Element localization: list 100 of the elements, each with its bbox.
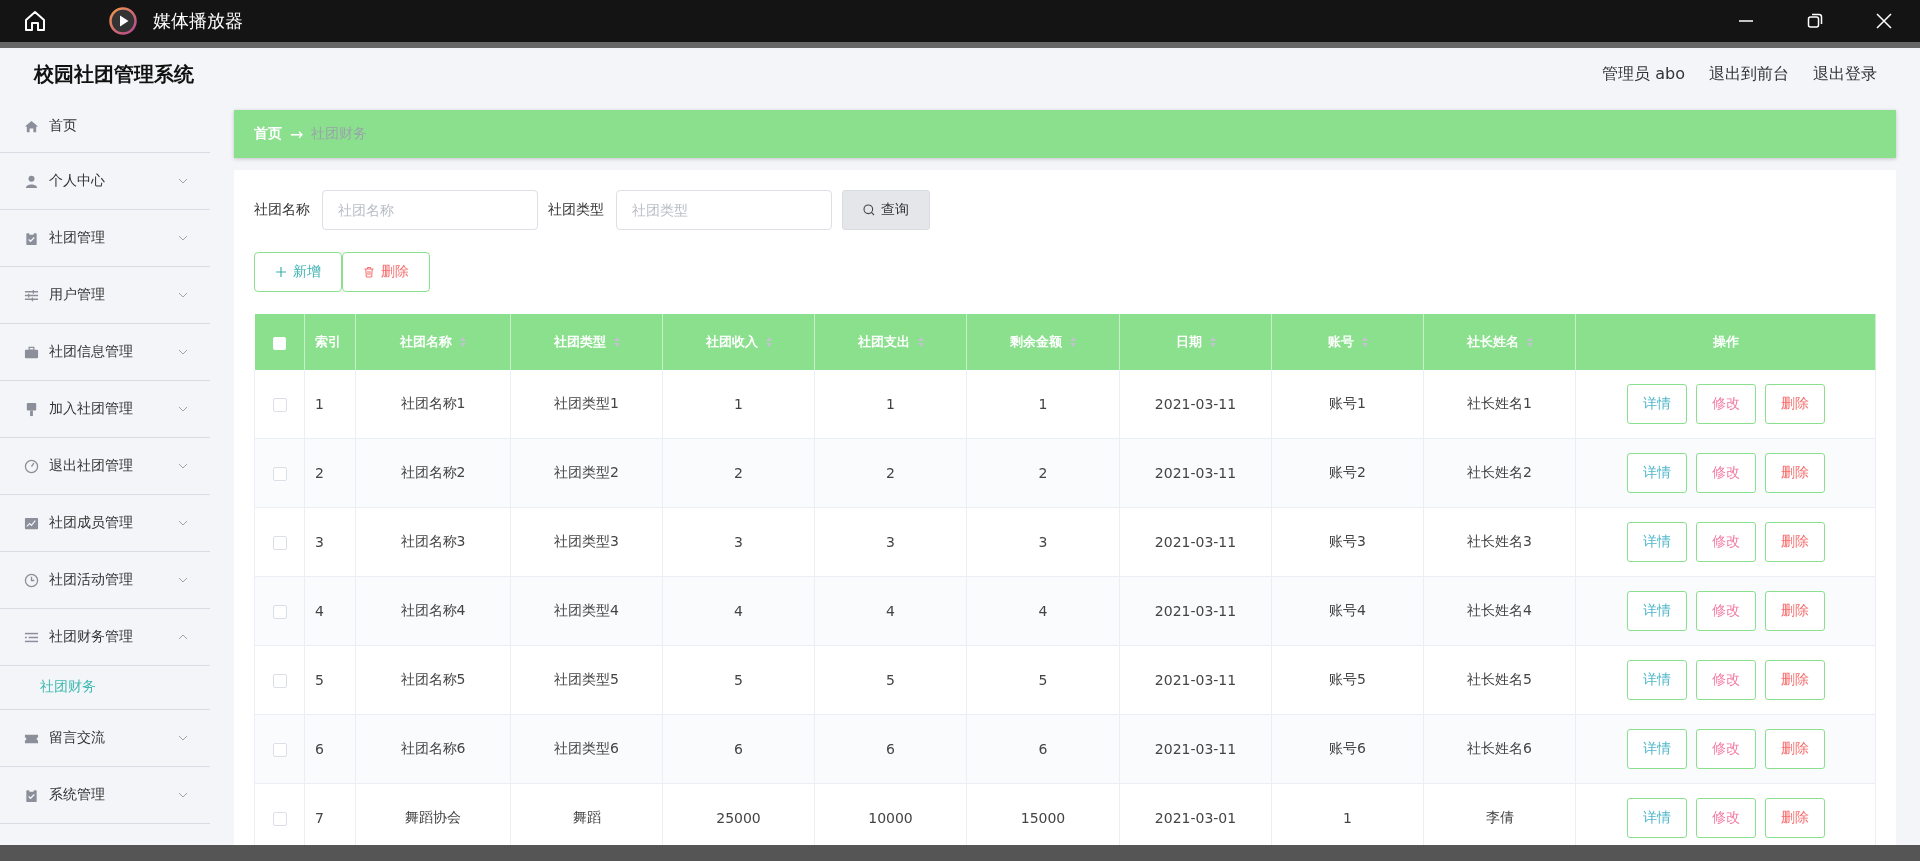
- table-cell: 6: [1038, 741, 1048, 757]
- column-header: 剩余金额: [1010, 333, 1062, 351]
- sidebar-item[interactable]: 社团活动管理: [0, 552, 210, 609]
- delete-button[interactable]: 删除: [1764, 384, 1825, 424]
- column-header: 社长姓名: [1466, 333, 1519, 351]
- detail-button[interactable]: 详情: [1626, 798, 1687, 838]
- delete-button[interactable]: 删除: [1764, 591, 1825, 631]
- table-cell: 4: [1038, 603, 1048, 619]
- sidebar-item[interactable]: 加入社团管理: [0, 381, 210, 438]
- row-checkbox[interactable]: [272, 674, 287, 688]
- sidebar-subitem[interactable]: 社团财务: [0, 665, 210, 710]
- edit-button[interactable]: 修改: [1695, 384, 1756, 424]
- table-cell: 账号3: [1329, 533, 1366, 549]
- sidebar-item[interactable]: 社团成员管理: [0, 495, 210, 552]
- delete-button[interactable]: 删除: [1764, 522, 1825, 562]
- search-icon: [863, 204, 875, 216]
- search-button[interactable]: 查询: [842, 190, 930, 230]
- row-checkbox[interactable]: [272, 398, 287, 412]
- sidebar-item[interactable]: 社团管理: [0, 210, 210, 267]
- table-cell: 李倩: [1485, 809, 1514, 825]
- sidebar-item[interactable]: 退出社团管理: [0, 438, 210, 495]
- sort-icon[interactable]: [917, 337, 924, 347]
- table-cell: 2021-03-11: [1154, 603, 1237, 619]
- chevron-down-icon: [178, 577, 188, 583]
- edit-button[interactable]: 修改: [1695, 729, 1756, 769]
- chevron-down-icon: [178, 792, 188, 798]
- edit-button[interactable]: 修改: [1695, 591, 1756, 631]
- row-checkbox[interactable]: [272, 536, 287, 550]
- detail-button[interactable]: 详情: [1626, 660, 1687, 700]
- table-cell: 6: [886, 741, 895, 757]
- sidebar-item[interactable]: 留言交流: [0, 710, 210, 767]
- detail-button[interactable]: 详情: [1626, 522, 1687, 562]
- detail-button[interactable]: 详情: [1626, 453, 1687, 493]
- sidebar-item[interactable]: 个人中心: [0, 153, 210, 210]
- edit-button[interactable]: 修改: [1695, 660, 1756, 700]
- row-checkbox[interactable]: [272, 812, 287, 826]
- select-all-checkbox[interactable]: [272, 336, 286, 350]
- table-cell: 5: [1038, 672, 1048, 688]
- table-cell: 2021-03-11: [1154, 672, 1237, 688]
- table-cell: 5: [315, 672, 324, 688]
- sort-icon[interactable]: [1209, 337, 1216, 347]
- sidebar-item[interactable]: 社团信息管理: [0, 324, 210, 381]
- row-checkbox[interactable]: [272, 467, 287, 481]
- edit-button[interactable]: 修改: [1695, 798, 1756, 838]
- delete-button[interactable]: 删除: [342, 252, 430, 292]
- search-field[interactable]: 社团类型: [616, 190, 832, 230]
- sidebar-item[interactable]: 系统管理: [0, 767, 210, 824]
- breadcrumb-link[interactable]: 首页: [254, 125, 282, 143]
- table-cell: 2021-03-01: [1154, 810, 1237, 826]
- table-cell: 10000: [868, 810, 913, 826]
- delete-button[interactable]: 删除: [1764, 660, 1825, 700]
- edit-button[interactable]: 修改: [1695, 453, 1756, 493]
- column-header: 社团收入: [705, 333, 758, 351]
- header-link[interactable]: 退出登录: [1813, 63, 1877, 85]
- home-icon[interactable]: [23, 9, 47, 33]
- table-cell: 3: [315, 534, 324, 550]
- gauge-icon: [24, 458, 39, 474]
- table-cell: 1: [734, 396, 743, 412]
- sort-icon[interactable]: [1361, 337, 1368, 347]
- table-cell: 账号4: [1329, 602, 1366, 618]
- header-link[interactable]: 退出到前台: [1709, 63, 1789, 85]
- column-header: 社团名称: [400, 333, 452, 351]
- table-cell: 社团名称3: [400, 533, 466, 549]
- table-cell: 2021-03-11: [1154, 396, 1237, 412]
- sort-icon[interactable]: [1070, 337, 1076, 347]
- add-button[interactable]: 新增: [254, 252, 342, 292]
- close-icon[interactable]: [1874, 11, 1894, 31]
- sidebar-item[interactable]: 社团财务管理: [0, 609, 210, 666]
- detail-button[interactable]: 详情: [1626, 729, 1687, 769]
- table-cell: 社长姓名1: [1467, 395, 1532, 411]
- table-cell: 社团类型4: [554, 602, 619, 618]
- detail-button[interactable]: 详情: [1626, 591, 1687, 631]
- table-cell: 4: [886, 603, 895, 619]
- edit-button[interactable]: 修改: [1695, 522, 1756, 562]
- search-field[interactable]: 社团名称: [322, 190, 538, 230]
- table-cell: 社团类型6: [554, 740, 619, 756]
- home-icon: [24, 118, 39, 134]
- table-cell: 2: [734, 465, 743, 481]
- sort-icon[interactable]: [1526, 337, 1533, 347]
- table-cell: 舞蹈协会: [405, 809, 461, 825]
- sidebar-item[interactable]: 首页: [0, 100, 210, 153]
- table-cell: 社团名称1: [400, 395, 466, 411]
- column-header: 社团支出: [857, 333, 910, 351]
- row-checkbox[interactable]: [272, 743, 287, 757]
- row-checkbox[interactable]: [272, 605, 287, 619]
- detail-button[interactable]: 详情: [1626, 384, 1687, 424]
- table-cell: 4: [315, 603, 324, 619]
- sidebar-item[interactable]: 用户管理: [0, 267, 210, 324]
- sliders-icon: [24, 287, 39, 303]
- table-cell: 社团名称5: [400, 671, 466, 687]
- table-cell: 3: [886, 534, 895, 550]
- delete-button[interactable]: 删除: [1764, 453, 1825, 493]
- sort-icon[interactable]: [460, 337, 466, 347]
- sort-icon[interactable]: [765, 337, 772, 347]
- delete-button[interactable]: 删除: [1764, 798, 1825, 838]
- sort-icon[interactable]: [613, 337, 620, 347]
- restore-icon[interactable]: [1805, 11, 1825, 31]
- table-cell: 2: [1038, 465, 1048, 481]
- delete-button[interactable]: 删除: [1764, 729, 1825, 769]
- column-header: 操作: [1712, 333, 1739, 351]
